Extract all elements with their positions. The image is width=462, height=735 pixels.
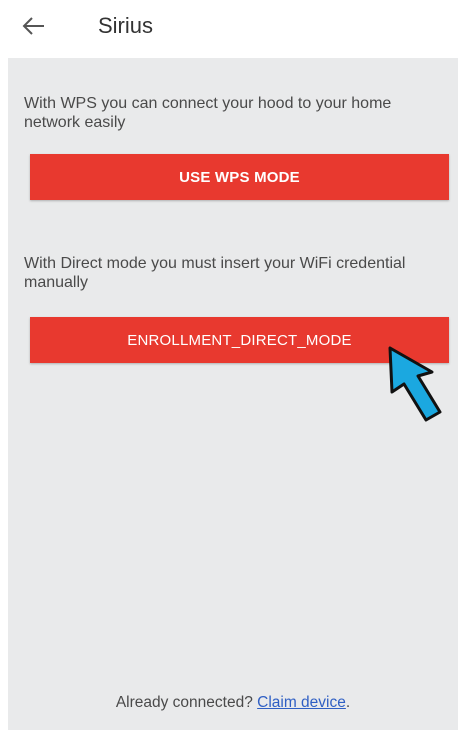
footer: Already connected? Claim device.	[8, 694, 458, 712]
main-content: With WPS you can connect your hood to yo…	[8, 58, 458, 730]
arrow-left-icon	[22, 17, 44, 35]
footer-prompt: Already connected?	[115, 694, 258, 711]
claim-device-link[interactable]: Claim device	[257, 694, 346, 711]
wps-description: With WPS you can connect your hood to yo…	[24, 95, 392, 131]
pointer-arrow-icon	[388, 346, 442, 422]
footer-period: .	[345, 694, 351, 711]
use-wps-mode-label: USE WPS MODE	[179, 168, 300, 186]
screen: Sirius With WPS you can connect your hoo…	[0, 0, 462, 735]
app-bar: Sirius	[0, 0, 462, 56]
use-wps-mode-button[interactable]: USE WPS MODE	[30, 154, 449, 200]
direct-description: With Direct mode you must insert your Wi…	[24, 255, 406, 291]
back-button[interactable]	[18, 8, 54, 44]
page-title: Sirius	[98, 13, 154, 38]
enrollment-direct-mode-label: ENROLLMENT_DIRECT_MODE	[127, 331, 352, 349]
